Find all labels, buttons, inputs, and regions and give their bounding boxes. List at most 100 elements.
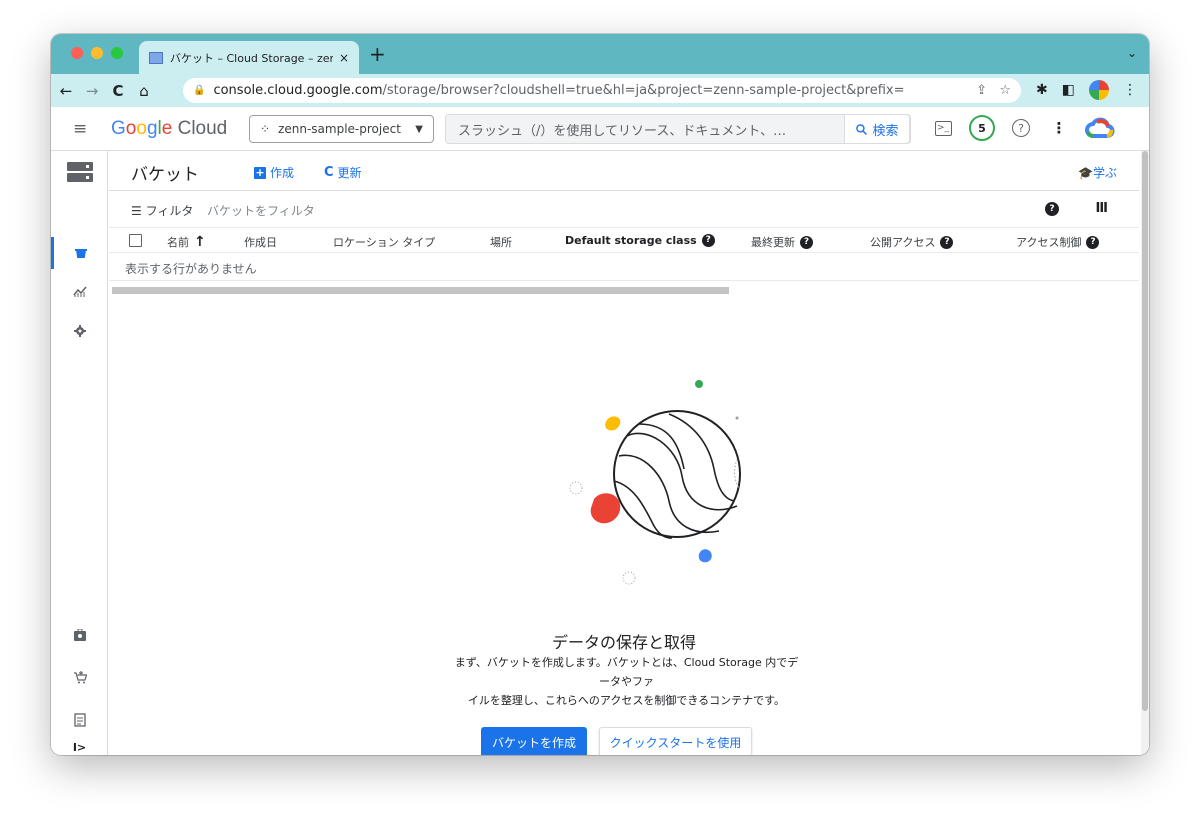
- minimize-window-button[interactable]: [91, 47, 103, 59]
- address-bar[interactable]: 🔒 console.cloud.google.com/storage/brows…: [183, 78, 1021, 103]
- column-created[interactable]: 作成日: [244, 234, 277, 250]
- url-path: /storage/browser?cloudshell=true&hl=ja&p…: [382, 83, 905, 98]
- column-default-storage-class[interactable]: Default storage class ?: [565, 234, 715, 247]
- column-name[interactable]: 名前 ↑: [167, 234, 206, 250]
- rail-item-buckets[interactable]: [51, 237, 108, 269]
- storage-icon: [66, 162, 93, 182]
- rail-item-monitoring[interactable]: [51, 276, 108, 308]
- rail-item-cart[interactable]: [51, 661, 108, 693]
- zoom-window-button[interactable]: [111, 47, 123, 59]
- cart-icon: [73, 671, 87, 684]
- logo-cloud-text: Cloud: [177, 118, 228, 139]
- tab-close-icon[interactable]: ×: [339, 51, 349, 65]
- create-bucket-button[interactable]: + 作成: [254, 164, 294, 181]
- reload-button[interactable]: C: [107, 82, 129, 100]
- help-icon[interactable]: ?: [1086, 235, 1100, 249]
- google-cloud-logo[interactable]: Google Cloud: [111, 118, 227, 140]
- refresh-icon: C: [324, 165, 334, 180]
- learn-button[interactable]: 🎓学ぶ: [1078, 164, 1117, 181]
- column-public-access-label: 公開アクセス: [870, 236, 936, 249]
- tab-search-icon[interactable]: ⌄: [1127, 46, 1137, 60]
- tab-strip: バケット – Cloud Storage – zenn × + ⌄: [51, 34, 1149, 74]
- product-rail: I>: [51, 151, 108, 755]
- search-button[interactable]: 検索: [844, 114, 910, 144]
- logo-letter: G: [111, 118, 126, 139]
- extensions-icon[interactable]: ✱: [1036, 82, 1048, 98]
- storage-illustration: [569, 380, 741, 585]
- toolbar-actions: ✱ ◧ ⋮: [1036, 80, 1137, 100]
- vertical-scrollbar[interactable]: [1141, 151, 1149, 755]
- account-avatar[interactable]: [1085, 116, 1115, 140]
- column-storage-class-label: Default storage class: [565, 234, 697, 247]
- horizontal-scrollbar[interactable]: [112, 287, 729, 294]
- side-panel-icon[interactable]: ◧: [1062, 82, 1075, 98]
- description-line: イルを整理し、これらへのアクセスを制御できるコンテナです。: [467, 694, 786, 707]
- more-options-icon[interactable]: ⋮: [1047, 116, 1071, 140]
- filter-input[interactable]: バケットをフィルタ: [207, 202, 315, 219]
- help-icon[interactable]: ?: [800, 235, 813, 249]
- lock-icon[interactable]: 🔒: [193, 85, 205, 96]
- scrollbar-thumb[interactable]: [1142, 151, 1148, 711]
- column-public-access[interactable]: 公開アクセス ?: [870, 234, 954, 250]
- cloud-storage-product-icon[interactable]: [51, 155, 108, 189]
- main-content: バケット + 作成 C 更新 🎓学ぶ ☰ フィルタ バケットをフィルタ ? II…: [109, 151, 1149, 755]
- bookmark-star-icon[interactable]: ☆: [999, 83, 1011, 98]
- column-location-type[interactable]: ロケーション タイプ: [333, 234, 435, 250]
- column-display-icon[interactable]: III: [1095, 201, 1107, 216]
- filter-button[interactable]: ☰ フィルタ: [131, 202, 193, 219]
- rail-item-marketplace[interactable]: [51, 619, 108, 651]
- home-button[interactable]: ⌂: [133, 82, 155, 100]
- project-icon: ⁘: [260, 122, 271, 136]
- tab-title: バケット – Cloud Storage – zenn: [170, 51, 333, 65]
- description-line: まず、バケットを作成します。バケットとは、Cloud Storage 内でデータ…: [454, 656, 799, 688]
- help-icon[interactable]: ?: [701, 234, 715, 247]
- logo-letter: e: [161, 118, 173, 139]
- new-tab-button[interactable]: +: [369, 44, 386, 64]
- close-window-button[interactable]: [71, 47, 83, 59]
- help-icon[interactable]: ?: [940, 235, 954, 249]
- header-actions: >_ 5 ? ⋮: [931, 115, 1115, 141]
- browser-toolbar: ← → C ⌂ 🔒 console.cloud.google.com/stora…: [51, 74, 1149, 107]
- page-header: バケット + 作成 C 更新 🎓学ぶ: [109, 151, 1139, 191]
- favicon-icon: [149, 51, 163, 64]
- page-title: バケット: [131, 165, 199, 185]
- settings-icon: [73, 325, 86, 337]
- browser-menu-icon[interactable]: ⋮: [1123, 82, 1137, 98]
- forward-button[interactable]: →: [81, 82, 103, 100]
- expand-rail-icon[interactable]: I>: [51, 739, 108, 755]
- filter-bar: ☰ フィルタ バケットをフィルタ ? III: [109, 191, 1139, 228]
- column-last-modified-label: 最終更新: [751, 236, 795, 249]
- refresh-button[interactable]: C 更新: [324, 164, 362, 181]
- column-access-control-label: アクセス制御: [1016, 236, 1082, 249]
- empty-table-message: 表示する行がありません: [109, 253, 1139, 281]
- cloud-shell-button[interactable]: >_: [931, 116, 955, 140]
- help-icon: ?: [1012, 119, 1030, 137]
- quickstart-button[interactable]: クイックスタートを使用: [599, 727, 752, 755]
- rail-item-release-notes[interactable]: [51, 704, 108, 736]
- rail-item-settings[interactable]: [51, 315, 108, 347]
- filter-help-icon[interactable]: ?: [1045, 202, 1059, 216]
- select-all-checkbox[interactable]: [129, 234, 142, 247]
- release-notes-icon: [73, 713, 86, 727]
- project-name: zenn-sample-project: [278, 122, 401, 136]
- search-input[interactable]: スラッシュ（/）を使用してリソース、ドキュメント、… 検索: [445, 114, 911, 144]
- empty-state-description: まず、バケットを作成します。バケットとは、Cloud Storage 内でデータ…: [454, 653, 799, 710]
- back-button[interactable]: ←: [55, 82, 77, 100]
- notifications-badge[interactable]: 5: [969, 115, 995, 141]
- column-access-control[interactable]: アクセス制御 ?: [1016, 234, 1100, 250]
- monitoring-icon: [72, 286, 87, 297]
- table-header: 名前 ↑ 作成日 ロケーション タイプ 場所 Default storage c…: [109, 228, 1139, 253]
- url-host: console.cloud.google.com: [213, 83, 383, 98]
- console-header: ≡ Google Cloud ⁘ zenn-sample-project ▼ ス…: [51, 107, 1149, 151]
- column-location[interactable]: 場所: [490, 234, 512, 250]
- help-button[interactable]: ?: [1009, 116, 1033, 140]
- browser-window: バケット – Cloud Storage – zenn × + ⌄ ← → C …: [51, 34, 1149, 755]
- project-selector[interactable]: ⁘ zenn-sample-project ▼: [249, 115, 434, 143]
- browser-tab[interactable]: バケット – Cloud Storage – zenn ×: [139, 41, 359, 74]
- hamburger-menu-icon[interactable]: ≡: [73, 119, 87, 139]
- add-box-icon: +: [254, 165, 266, 179]
- create-bucket-primary-button[interactable]: バケットを作成: [481, 727, 587, 755]
- share-icon[interactable]: ⇪: [976, 83, 987, 98]
- profile-avatar[interactable]: [1089, 80, 1109, 100]
- column-last-modified[interactable]: 最終更新 ?: [751, 234, 813, 250]
